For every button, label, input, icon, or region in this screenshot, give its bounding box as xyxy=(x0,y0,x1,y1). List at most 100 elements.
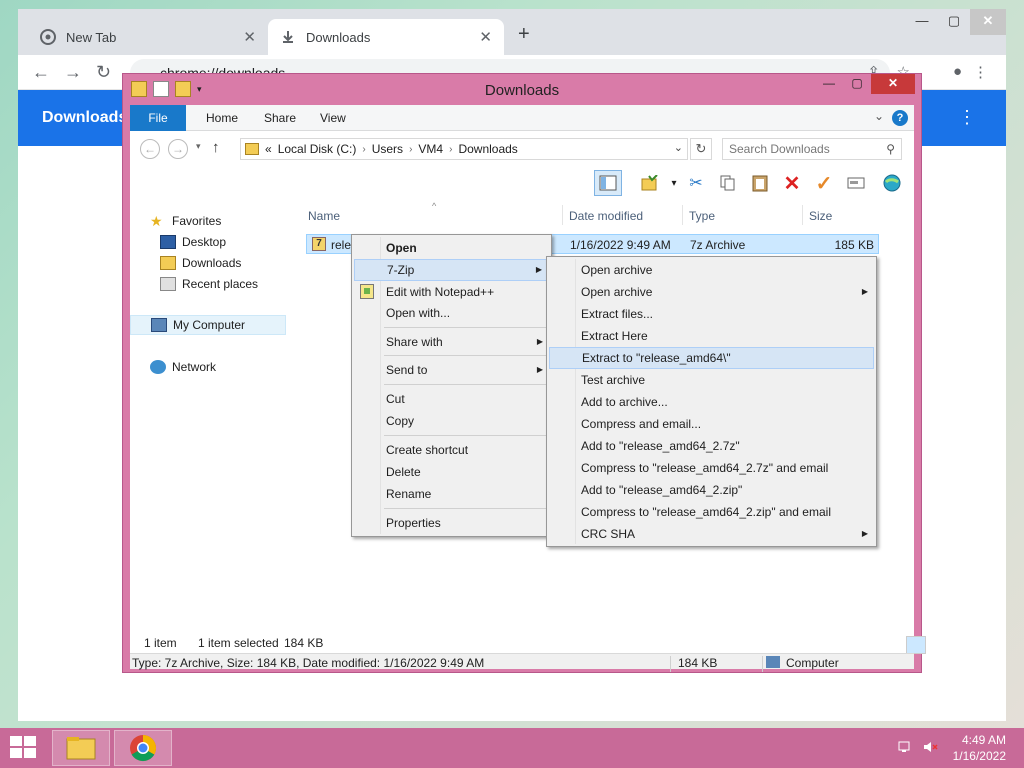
large-icons-view-icon[interactable] xyxy=(906,636,926,654)
volume-muted-icon[interactable] xyxy=(922,740,938,754)
new-tab-button[interactable]: + xyxy=(518,23,530,46)
menu-7zip[interactable]: 7-Zip ▶ xyxy=(354,259,549,281)
menu-compress-zip-email[interactable]: Compress to "release_amd64_2.zip" and em… xyxy=(549,501,874,523)
column-divider[interactable] xyxy=(802,205,803,225)
close-icon[interactable]: ✕ xyxy=(871,74,915,94)
menu-extract-to-folder[interactable]: Extract to "release_amd64\" xyxy=(549,347,874,369)
taskbar-file-explorer[interactable] xyxy=(52,730,110,766)
network-tray-icon[interactable] xyxy=(898,740,914,754)
globe-icon[interactable] xyxy=(878,170,906,196)
explorer-titlebar[interactable]: ▾ Downloads — ▢ ✕ xyxy=(123,74,921,106)
preview-pane-icon[interactable] xyxy=(594,170,622,196)
submenu-arrow-icon: ▶ xyxy=(536,365,543,374)
minimize-icon[interactable]: — xyxy=(906,9,938,35)
forward-icon[interactable]: → xyxy=(168,139,188,159)
chevron-right-icon[interactable]: › xyxy=(362,144,365,155)
breadcrumb-local-disk[interactable]: Local Disk (C:) xyxy=(278,142,357,156)
more-options-icon[interactable]: ⋮ xyxy=(958,107,976,128)
rename-icon[interactable] xyxy=(842,170,870,196)
menu-edit-notepadpp[interactable]: Edit with Notepad++ xyxy=(354,281,549,303)
search-input[interactable]: Search Downloads ⚲ xyxy=(722,138,902,160)
menu-add-to-archive[interactable]: Add to archive... xyxy=(549,391,874,413)
breadcrumb-overflow[interactable]: « xyxy=(265,142,272,156)
chrome-menu-icon[interactable]: ⋮ xyxy=(973,63,988,81)
nav-network[interactable]: Network xyxy=(150,357,216,377)
maximize-icon[interactable]: ▢ xyxy=(843,74,871,94)
menu-cut[interactable]: Cut xyxy=(354,388,549,410)
help-icon[interactable]: ? xyxy=(892,110,908,126)
expand-ribbon-icon[interactable]: ⌄ xyxy=(874,109,884,123)
copy-icon[interactable] xyxy=(714,170,742,196)
menu-properties[interactable]: Properties xyxy=(354,512,549,534)
menu-send-to[interactable]: Send to ▶ xyxy=(354,359,549,381)
chevron-down-icon[interactable]: ⌄ xyxy=(674,141,683,154)
command-bar: ▾ ✂ ✕ ✓ xyxy=(130,165,914,201)
menu-crc-sha[interactable]: CRC SHA ▶ xyxy=(549,523,874,545)
menu-open-with[interactable]: Open with... xyxy=(354,302,549,324)
checkmark-icon[interactable]: ✓ xyxy=(810,170,838,196)
menu-rename[interactable]: Rename xyxy=(354,483,549,505)
nav-favorites[interactable]: ★ Favorites xyxy=(150,211,221,231)
nav-recent-places[interactable]: Recent places xyxy=(160,274,258,294)
recent-locations-icon[interactable]: ▾ xyxy=(196,141,201,152)
menu-add-to-zip[interactable]: Add to "release_amd64_2.zip" xyxy=(549,479,874,501)
taskbar-chrome[interactable] xyxy=(114,730,172,766)
start-button[interactable] xyxy=(10,736,38,760)
menu-add-to-7z[interactable]: Add to "release_amd64_2.7z" xyxy=(549,435,874,457)
breadcrumb-users[interactable]: Users xyxy=(372,142,403,156)
nav-desktop[interactable]: Desktop xyxy=(160,232,226,252)
chrome-icon xyxy=(130,735,157,762)
menu-test-archive[interactable]: Test archive xyxy=(549,369,874,391)
menu-open[interactable]: Open xyxy=(354,237,549,259)
breadcrumb-downloads[interactable]: Downloads xyxy=(458,142,517,156)
chevron-right-icon[interactable]: › xyxy=(409,144,412,155)
minimize-icon[interactable]: — xyxy=(815,74,843,94)
address-breadcrumb[interactable]: « Local Disk (C:) › Users › VM4 › Downlo… xyxy=(240,138,688,160)
menu-open-archive-sub[interactable]: Open archive ▶ xyxy=(549,281,874,303)
tab-share[interactable]: Share xyxy=(250,105,310,131)
delete-icon[interactable]: ✕ xyxy=(778,170,806,196)
close-tab-icon[interactable]: ✕ xyxy=(479,28,492,46)
menu-create-shortcut[interactable]: Create shortcut xyxy=(354,439,549,461)
back-icon[interactable]: ← xyxy=(140,139,160,159)
maximize-icon[interactable]: ▢ xyxy=(938,9,970,35)
forward-icon[interactable]: → xyxy=(64,62,82,83)
back-icon[interactable]: ← xyxy=(32,62,50,83)
column-size[interactable]: Size xyxy=(809,209,832,223)
menu-compress-7z-email[interactable]: Compress to "release_amd64_2.7z" and ema… xyxy=(549,457,874,479)
tab-view[interactable]: View xyxy=(306,105,360,131)
menu-open-archive[interactable]: Open archive xyxy=(549,259,874,281)
column-type[interactable]: Type xyxy=(689,209,715,223)
nav-my-computer[interactable]: My Computer xyxy=(130,315,286,335)
tab-home[interactable]: Home xyxy=(192,105,252,131)
nav-downloads[interactable]: Downloads xyxy=(160,253,241,273)
tab-file[interactable]: File xyxy=(130,105,186,131)
cut-icon[interactable]: ✂ xyxy=(682,170,710,196)
close-tab-icon[interactable]: ✕ xyxy=(243,28,256,46)
menu-label: Cut xyxy=(386,392,405,406)
close-icon[interactable]: ✕ xyxy=(970,9,1006,35)
menu-extract-here[interactable]: Extract Here xyxy=(549,325,874,347)
profile-avatar-icon[interactable]: ● xyxy=(953,63,962,80)
sevenzip-submenu: Open archive Open archive ▶ Extract files… xyxy=(546,256,877,547)
tab-new-tab[interactable]: New Tab ✕ xyxy=(28,19,268,55)
column-divider[interactable] xyxy=(682,205,683,225)
system-clock[interactable]: 4:49 AM 1/16/2022 xyxy=(953,732,1006,764)
paste-icon[interactable] xyxy=(746,170,774,196)
up-arrow-icon[interactable]: ↑ xyxy=(212,139,220,156)
menu-share-with[interactable]: Share with ▶ xyxy=(354,331,549,353)
menu-compress-and-email[interactable]: Compress and email... xyxy=(549,413,874,435)
column-date-modified[interactable]: Date modified xyxy=(569,209,643,223)
windows-logo-icon xyxy=(10,736,22,746)
chevron-right-icon[interactable]: › xyxy=(449,144,452,155)
tab-downloads[interactable]: Downloads ✕ xyxy=(268,19,504,55)
breadcrumb-vm4[interactable]: VM4 xyxy=(418,142,443,156)
refresh-icon[interactable]: ↻ xyxy=(690,138,712,160)
menu-copy[interactable]: Copy xyxy=(354,410,549,432)
menu-extract-files[interactable]: Extract files... xyxy=(549,303,874,325)
column-divider[interactable] xyxy=(562,205,563,225)
menu-delete[interactable]: Delete xyxy=(354,461,549,483)
column-name[interactable]: Name xyxy=(308,209,340,223)
file-type: 7z Archive xyxy=(690,238,746,252)
reload-icon[interactable]: ↻ xyxy=(96,62,111,83)
